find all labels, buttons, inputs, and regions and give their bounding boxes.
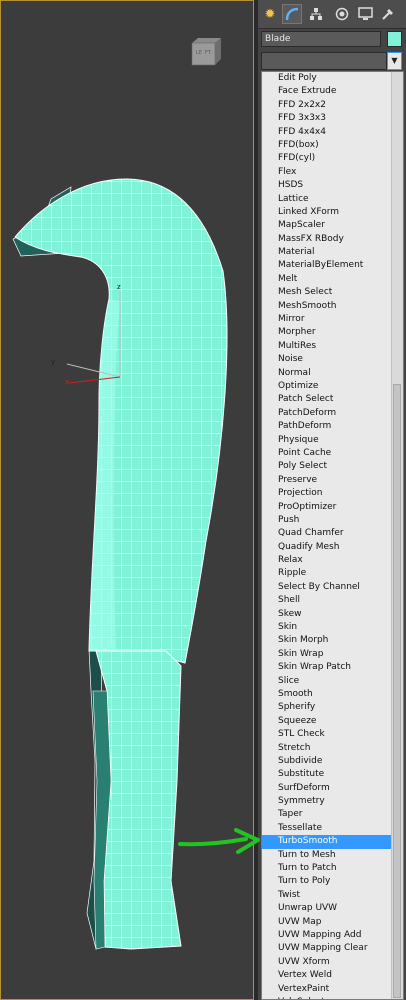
- modifier-list-item[interactable]: PatchDeform: [262, 407, 393, 420]
- modifier-list-item[interactable]: Shell: [262, 594, 393, 607]
- modifier-list-item[interactable]: FFD(box): [262, 139, 393, 152]
- modifier-list-item[interactable]: Symmetry: [262, 795, 393, 808]
- modifier-list-item[interactable]: Flex: [262, 166, 393, 179]
- modifier-list-item[interactable]: MapScaler: [262, 219, 393, 232]
- utilities-tab-hammer-icon[interactable]: [378, 4, 398, 24]
- modifier-list-item[interactable]: Lattice: [262, 193, 393, 206]
- modifier-list-item[interactable]: Squeeze: [262, 715, 393, 728]
- modifier-list-item[interactable]: Turn to Mesh: [262, 849, 393, 862]
- viewcube-front-label: FT: [205, 50, 212, 56]
- display-tab-icon[interactable]: [355, 4, 375, 24]
- modifier-list-item[interactable]: SurfDeform: [262, 782, 393, 795]
- modifier-list-item[interactable]: Turn to Patch: [262, 862, 393, 875]
- create-tab-sun-icon[interactable]: ✹: [260, 4, 280, 24]
- modifier-list-item[interactable]: FFD(cyl): [262, 152, 393, 165]
- modifier-list-item[interactable]: Substitute: [262, 768, 393, 781]
- modifier-list-item[interactable]: FFD 4x4x4: [262, 126, 393, 139]
- modifier-list-item[interactable]: Skin: [262, 621, 393, 634]
- modifier-list-item[interactable]: UVW Mapping Clear: [262, 942, 393, 955]
- modifier-list-item[interactable]: Ripple: [262, 567, 393, 580]
- modifier-list-item[interactable]: UVW Mapping Add: [262, 929, 393, 942]
- modifier-list-item[interactable]: Mesh Select: [262, 286, 393, 299]
- modifier-list-item[interactable]: ProOptimizer: [262, 501, 393, 514]
- modifier-list-item[interactable]: Turn to Poly: [262, 875, 393, 888]
- command-panel-tabs: ✹: [258, 0, 406, 29]
- modifier-list-items: Edit Poly Face Extrude FFD 2x2x2 FFD 3x3x3 F…: [262, 72, 393, 999]
- modifier-list-item[interactable]: Select By Channel: [262, 581, 393, 594]
- modifier-list-item[interactable]: Noise: [262, 353, 393, 366]
- modifier-list-item[interactable]: VertexPaint: [262, 983, 393, 996]
- modifier-list-item[interactable]: Unwrap UVW: [262, 902, 393, 915]
- modifier-list-item[interactable]: UVW Map: [262, 916, 393, 929]
- hierarchy-tab-icon[interactable]: [306, 4, 326, 24]
- modifier-list-item[interactable]: Optimize: [262, 380, 393, 393]
- modifier-list-item[interactable]: UVW Xform: [262, 956, 393, 969]
- modifier-list-item[interactable]: Smooth: [262, 688, 393, 701]
- modifier-list-item[interactable]: Melt: [262, 273, 393, 286]
- modifier-list-item[interactable]: Push: [262, 514, 393, 527]
- modifier-list-item[interactable]: Skin Wrap: [262, 648, 393, 661]
- modifier-list-item[interactable]: Linked XForm: [262, 206, 393, 219]
- modifier-list-item[interactable]: Vertex Weld: [262, 969, 393, 982]
- object-name-field[interactable]: [261, 31, 381, 47]
- object-color-swatch[interactable]: [387, 31, 402, 47]
- modifier-list-item[interactable]: PathDeform: [262, 420, 393, 433]
- modifier-list-item[interactable]: Face Extrude: [262, 85, 393, 98]
- chevron-down-icon[interactable]: ▼: [387, 52, 402, 70]
- modifier-list-item[interactable]: Spherify: [262, 701, 393, 714]
- modifier-list-item[interactable]: Tessellate: [262, 822, 393, 835]
- modifier-list-item[interactable]: Physique: [262, 434, 393, 447]
- modifier-list-item[interactable]: Morpher: [262, 326, 393, 339]
- viewcube-left-label: LE: [196, 50, 202, 56]
- modifier-list-item[interactable]: TurboSmooth: [262, 835, 393, 849]
- modifier-list-item[interactable]: HSDS: [262, 179, 393, 192]
- modifier-list-item[interactable]: Projection: [262, 487, 393, 500]
- green-arrow-icon: [178, 828, 260, 854]
- modifier-list-item[interactable]: Normal: [262, 367, 393, 380]
- modifier-list-item[interactable]: MultiRes: [262, 340, 393, 353]
- modifier-list-item[interactable]: Skew: [262, 608, 393, 621]
- modifier-list-item[interactable]: MaterialByElement: [262, 259, 393, 272]
- modifier-list-item[interactable]: Poly Select: [262, 460, 393, 473]
- modifier-list-item[interactable]: Quadify Mesh: [262, 541, 393, 554]
- command-panel: ✹ ▼ Edit PolyFace ExtrudeFFD 2x2x2FFD 3x…: [258, 0, 406, 1000]
- gizmo-x-label: x: [65, 378, 69, 386]
- gizmo-z-label: z: [117, 283, 121, 291]
- modifier-list-scrollbar[interactable]: [391, 72, 403, 999]
- modifier-list-item[interactable]: Vol. Select: [262, 996, 393, 999]
- modifier-list-item[interactable]: Subdivide: [262, 755, 393, 768]
- modifier-list-item[interactable]: Point Cache: [262, 447, 393, 460]
- modifier-list-item[interactable]: FFD 2x2x2: [262, 99, 393, 112]
- modifier-list-item[interactable]: FFD 3x3x3: [262, 112, 393, 125]
- modifier-list-item[interactable]: Slice: [262, 675, 393, 688]
- modifier-list-item[interactable]: STL Check: [262, 728, 393, 741]
- modify-tab-arc-icon[interactable]: [282, 4, 302, 24]
- modifier-list-dropdown[interactable]: [261, 52, 387, 70]
- viewcube[interactable]: LE FT: [191, 38, 221, 66]
- modifier-list-item[interactable]: MassFX RBody: [262, 233, 393, 246]
- scrollbar-thumb[interactable]: [393, 384, 401, 998]
- modifier-list-item[interactable]: Skin Morph: [262, 634, 393, 647]
- modifier-list-item[interactable]: Taper: [262, 808, 393, 821]
- modifier-list-item[interactable]: Stretch: [262, 742, 393, 755]
- modifier-list-item[interactable]: MeshSmooth: [262, 300, 393, 313]
- modifier-list-item[interactable]: Twist: [262, 889, 393, 902]
- modifier-list-item[interactable]: Skin Wrap Patch: [262, 661, 393, 674]
- modifier-list-item[interactable]: Patch Select: [262, 393, 393, 406]
- motion-tab-icon[interactable]: [332, 4, 352, 24]
- modifier-list-item[interactable]: Material: [262, 246, 393, 259]
- modifier-list-item[interactable]: Edit Poly: [262, 72, 393, 85]
- gizmo-y-label: y: [51, 358, 55, 366]
- modifier-list-item[interactable]: Mirror: [262, 313, 393, 326]
- modifier-list-item[interactable]: Relax: [262, 554, 393, 567]
- modifier-list[interactable]: Edit Poly Face Extrude FFD 2x2x2 FFD 3x3x3 F…: [261, 71, 404, 1000]
- modifier-list-item[interactable]: Quad Chamfer: [262, 527, 393, 540]
- modifier-list-item[interactable]: Preserve: [262, 474, 393, 487]
